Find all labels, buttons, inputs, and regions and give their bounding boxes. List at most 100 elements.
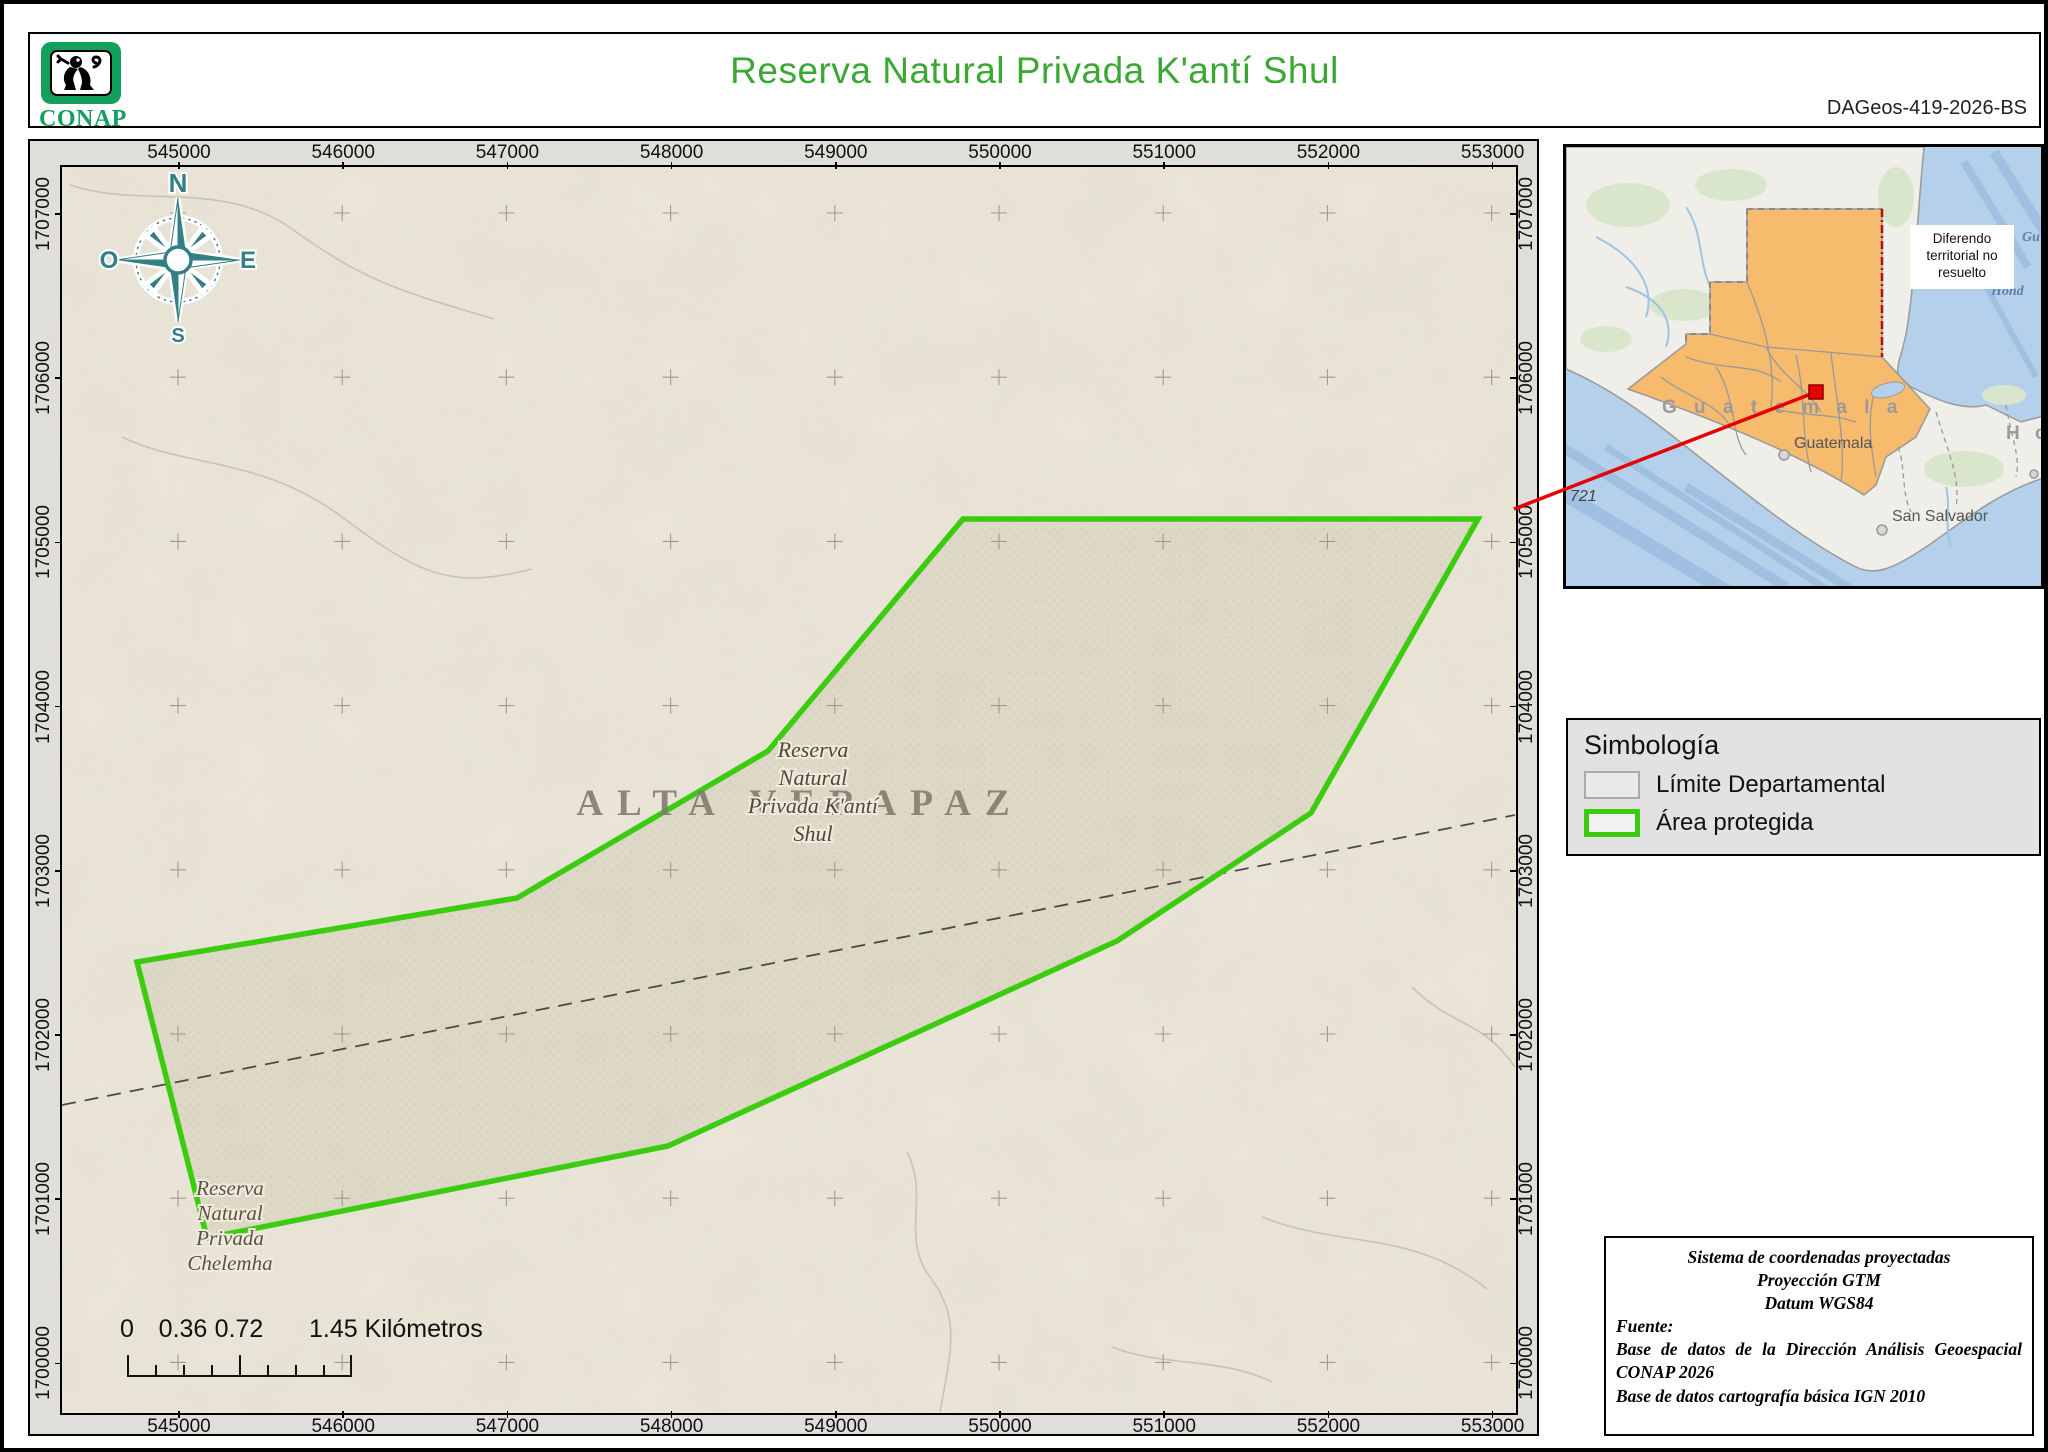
svg-text:Chelemha: Chelemha [187, 1251, 272, 1275]
graticule-tick [55, 706, 62, 708]
graticule-tick [178, 162, 180, 169]
legend: Simbología Límite Departamental Área pro… [1566, 718, 2041, 856]
y-coordinate-right: 1705000 [1516, 505, 1538, 579]
inset-country-label: G u a t e m a l a [1662, 397, 1903, 418]
x-coordinate-bottom: 545000 [147, 1416, 210, 1438]
graticule-tick [999, 1411, 1001, 1418]
inset-city-dot-guatemala [1779, 450, 1789, 460]
inset-city-label: Guatemala [1794, 435, 1872, 452]
map-frame: ALTA VERAPAZ Reserva Natural Privada K'a… [28, 139, 1539, 1436]
map-document: CONAP Reserva Natural Privada K'antí Shu… [0, 0, 2048, 1452]
y-coordinate-left: 1707000 [33, 177, 55, 251]
y-coordinate-right: 1707000 [1516, 177, 1538, 251]
graticule-tick [1510, 1363, 1517, 1365]
page-title: Reserva Natural Privada K'antí Shul [30, 50, 2039, 92]
svg-text:Privada K'antí: Privada K'antí [747, 793, 880, 818]
graticule-tick [1328, 162, 1330, 169]
graticule-tick [1510, 706, 1517, 708]
y-coordinate-left: 1700000 [33, 1326, 55, 1400]
graticule-tick [1492, 162, 1494, 169]
legend-item-protected: Área protegida [1584, 809, 2023, 837]
inset-location-map: ) [1563, 144, 2044, 589]
graticule-tick [507, 162, 509, 169]
x-coordinate-bottom: 551000 [1132, 1416, 1195, 1438]
graticule-tick [55, 377, 62, 379]
legend-item-departmental: Límite Departamental [1584, 771, 2023, 799]
inset-city2-label: San Salvador [1892, 508, 1989, 525]
svg-text:resuelto: resuelto [1938, 265, 1986, 280]
svg-text:Natural: Natural [196, 1201, 263, 1225]
graticule-tick [1492, 1411, 1494, 1418]
svg-text:Natural: Natural [778, 765, 847, 790]
projection-info-box: Sistema de coordenadas proyectadas Proye… [1604, 1236, 2034, 1436]
graticule-tick [507, 1411, 509, 1418]
header: CONAP Reserva Natural Privada K'antí Shu… [28, 32, 2041, 128]
inset-sea-label-1: Gu [2022, 230, 2040, 245]
crs-line-2: Proyección GTM [1616, 1269, 2022, 1292]
graticule-tick [342, 162, 344, 169]
svg-text:Diferendo: Diferendo [1933, 231, 1992, 246]
y-coordinate-left: 1706000 [33, 341, 55, 415]
graticule-tick [55, 1198, 62, 1200]
departmental-limit-swatch [1584, 771, 1640, 799]
y-coordinate-left: 1702000 [33, 998, 55, 1072]
graticule-tick [1510, 1198, 1517, 1200]
y-coordinate-right: 1701000 [1516, 1162, 1538, 1236]
y-coordinate-right: 1702000 [1516, 998, 1538, 1072]
y-coordinate-left: 1703000 [33, 834, 55, 908]
map-canvas: ALTA VERAPAZ Reserva Natural Privada K'a… [60, 165, 1518, 1415]
x-coordinate-bottom: 550000 [968, 1416, 1031, 1438]
graticule-tick [55, 870, 62, 872]
graticule-tick [178, 1411, 180, 1418]
x-coordinate-bottom: 552000 [1297, 1416, 1360, 1438]
protected-area-swatch [1584, 809, 1640, 837]
x-coordinate-bottom: 549000 [804, 1416, 867, 1438]
x-coordinate-bottom: 546000 [311, 1416, 374, 1438]
legend-title: Simbología [1584, 730, 2023, 761]
graticule-tick [1510, 1034, 1517, 1036]
graticule-tick [671, 1411, 673, 1418]
x-coordinate-bottom: 553000 [1461, 1416, 1524, 1438]
neighbor-reserve-label: Reserva Natural Privada Chelemha [187, 1176, 272, 1275]
terrain-map: ALTA VERAPAZ Reserva Natural Privada K'a… [62, 167, 1515, 1412]
inset-honduras-label: H o [2006, 423, 2044, 444]
graticule-tick [1163, 162, 1165, 169]
graticule-tick [835, 1411, 837, 1418]
document-code: DAGeos-419-2026-BS [1827, 97, 2027, 120]
source-line-1: Base de datos de la Dirección Análisis G… [1616, 1338, 2022, 1384]
graticule-tick [55, 213, 62, 215]
crs-line-3: Datum WGS84 [1616, 1292, 2022, 1315]
graticule-tick [55, 542, 62, 544]
y-coordinate-left: 1701000 [33, 1162, 55, 1236]
graticule-tick [342, 1411, 344, 1418]
y-coordinate-right: 1703000 [1516, 834, 1538, 908]
graticule-tick [1510, 870, 1517, 872]
svg-text:Privada: Privada [195, 1226, 264, 1250]
x-coordinate-bottom: 547000 [476, 1416, 539, 1438]
graticule-tick [835, 162, 837, 169]
graticule-tick [999, 162, 1001, 169]
graticule-tick [1328, 1411, 1330, 1418]
y-coordinate-left: 1704000 [33, 670, 55, 744]
y-coordinate-right: 1704000 [1516, 670, 1538, 744]
crs-line-1: Sistema de coordenadas proyectadas [1616, 1246, 2022, 1269]
conap-logo-text: CONAP [39, 106, 123, 133]
graticule-tick [1510, 213, 1517, 215]
y-coordinate-right: 1706000 [1516, 341, 1538, 415]
graticule-tick [1163, 1411, 1165, 1418]
graticule-tick [1510, 377, 1517, 379]
graticule-tick [671, 162, 673, 169]
source-heading: Fuente: [1616, 1315, 2022, 1338]
svg-text:Reserva: Reserva [777, 737, 849, 762]
svg-text:territorial no: territorial no [1926, 248, 1997, 263]
svg-text:Reserva: Reserva [195, 1176, 264, 1200]
x-coordinate-bottom: 548000 [640, 1416, 703, 1438]
graticule-tick [55, 1363, 62, 1365]
graticule-tick [55, 1034, 62, 1036]
svg-text:Shul: Shul [793, 821, 832, 846]
inset-city-dot-right [2030, 470, 2038, 478]
inset-ref-number: 721 [1570, 488, 1597, 505]
graticule-tick [1510, 542, 1517, 544]
y-coordinate-left: 1705000 [33, 505, 55, 579]
inset-city-dot-sansalvador [1877, 525, 1887, 535]
